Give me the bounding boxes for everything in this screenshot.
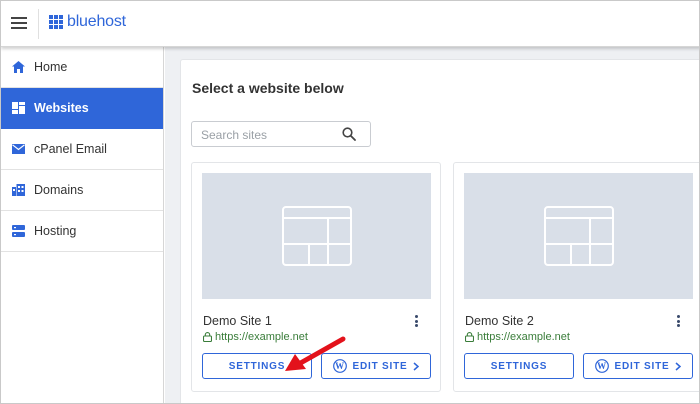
sidebar-item-label: cPanel Email — [34, 142, 107, 156]
sidebar-item-home[interactable]: Home — [1, 47, 163, 88]
hosting-server-icon — [11, 224, 25, 238]
sidebar-item-hosting[interactable]: Hosting — [1, 211, 163, 252]
top-header: bluehost — [1, 1, 699, 47]
sidebar-item-cpanel-email[interactable]: cPanel Email — [1, 129, 163, 170]
website-layout-icon — [281, 206, 352, 266]
more-options-icon[interactable] — [412, 313, 420, 329]
site-name: Demo Site 1 — [203, 314, 272, 328]
sidebar-item-label: Websites — [34, 101, 89, 115]
site-url-text: https://example.net — [477, 331, 570, 343]
site-name: Demo Site 2 — [465, 314, 534, 328]
sidebar-item-websites[interactable]: Websites — [1, 88, 163, 129]
chevron-right-icon — [413, 361, 420, 371]
websites-grid-icon — [11, 101, 25, 115]
site-thumbnail[interactable] — [202, 173, 431, 299]
home-icon — [11, 60, 25, 74]
domains-building-icon — [11, 183, 25, 197]
header-divider — [38, 9, 39, 39]
chevron-right-icon — [675, 361, 682, 371]
sidebar-item-domains[interactable]: Domains — [1, 170, 163, 211]
lock-icon — [203, 332, 212, 342]
edit-site-button[interactable]: W EDIT SITE — [583, 353, 693, 379]
app-window: bluehost Home Websites cPanel Email Doma… — [0, 0, 700, 404]
sidebar: Home Websites cPanel Email Domains Hosti… — [1, 47, 164, 403]
site-card: Demo Site 2 https://example.net SETTINGS… — [453, 162, 699, 392]
svg-text:W: W — [597, 361, 607, 371]
sidebar-item-label: Home — [34, 60, 68, 74]
sidebar-item-label: Domains — [34, 183, 84, 197]
sidebar-item-label: Hosting — [34, 224, 77, 238]
edit-site-label: EDIT SITE — [352, 360, 408, 372]
bluehost-logo[interactable]: bluehost — [49, 12, 126, 32]
search-icon[interactable] — [342, 127, 356, 141]
hamburger-menu-icon[interactable] — [9, 13, 29, 33]
envelope-icon — [11, 142, 25, 156]
search-input[interactable] — [201, 127, 336, 142]
search-box[interactable] — [191, 121, 371, 147]
more-options-icon[interactable] — [674, 313, 682, 329]
red-annotation-arrow — [285, 336, 346, 371]
site-url[interactable]: https://example.net — [465, 331, 570, 343]
website-layout-icon — [543, 206, 614, 266]
lock-icon — [465, 332, 474, 342]
websites-panel: Select a website below Search sites Demo… — [180, 59, 699, 403]
settings-button[interactable]: SETTINGS — [464, 353, 574, 379]
logo-grid-icon — [49, 15, 63, 29]
page-title: Select a website below — [192, 80, 344, 96]
brand-name: bluehost — [67, 13, 126, 30]
edit-site-label: EDIT SITE — [614, 360, 670, 372]
wordpress-icon: W — [594, 359, 609, 373]
main-content: Select a website below Search sites Demo… — [165, 47, 699, 403]
site-thumbnail[interactable] — [464, 173, 693, 299]
